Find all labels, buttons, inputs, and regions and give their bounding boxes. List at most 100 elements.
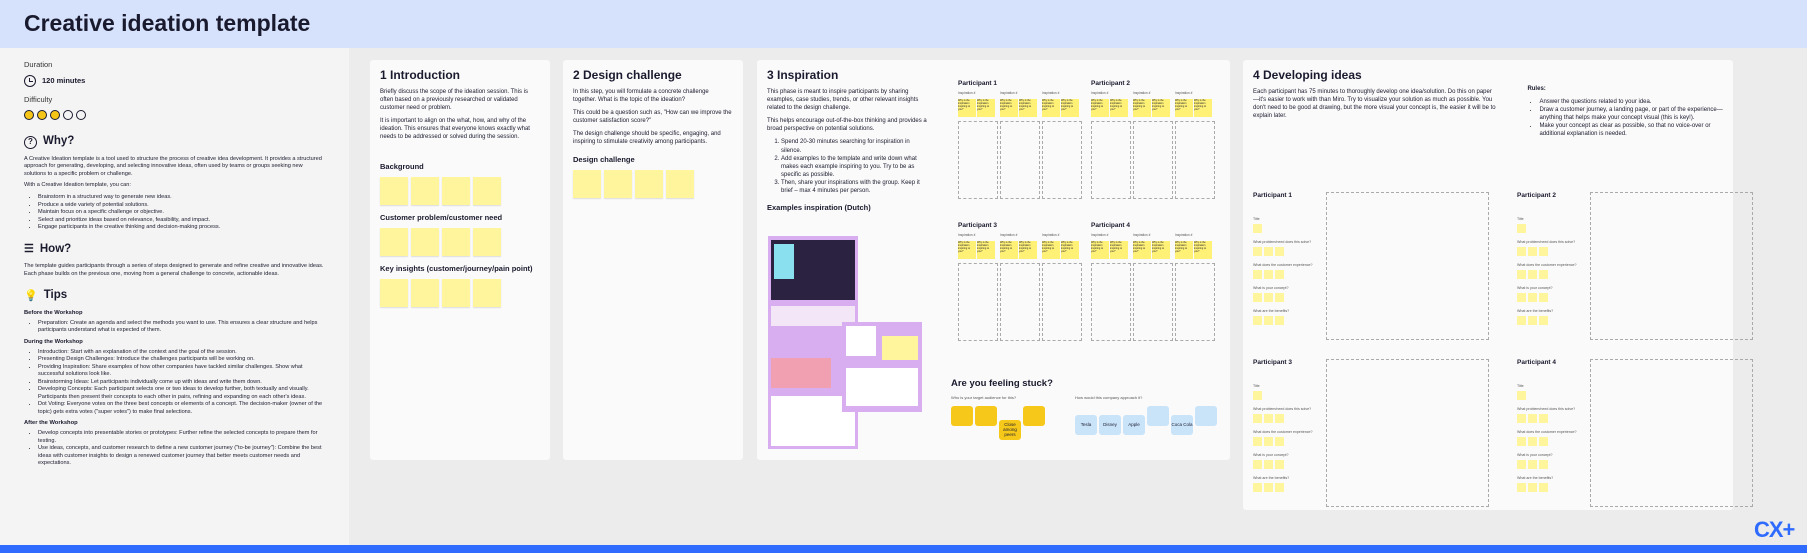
- sticky-note[interactable]: [1275, 460, 1284, 469]
- sticky-note[interactable]: [442, 176, 470, 205]
- sticky-note[interactable]: [1517, 460, 1526, 469]
- inspiration-drop-area[interactable]: [958, 121, 998, 199]
- sticky-note[interactable]: [1253, 460, 1262, 469]
- suggestion-chip[interactable]: [975, 406, 997, 426]
- inspiration-drop-area[interactable]: [1042, 121, 1082, 199]
- sticky-note[interactable]: Why is the inspiration inspiring to you?: [1110, 99, 1128, 117]
- sticky-note[interactable]: Why is the inspiration inspiring to you?: [958, 99, 976, 117]
- sticky-note[interactable]: [882, 336, 918, 360]
- sticky-note[interactable]: [1275, 437, 1284, 446]
- suggestion-chip[interactable]: [1147, 406, 1169, 426]
- sticky-note[interactable]: [1517, 437, 1526, 446]
- sticky-note[interactable]: [1517, 224, 1526, 233]
- sticky-note[interactable]: Why is the inspiration inspiring to you?: [1133, 241, 1151, 259]
- sticky-note[interactable]: [1517, 316, 1526, 325]
- sticky-note[interactable]: [1539, 483, 1548, 492]
- sticky-note[interactable]: [1539, 247, 1548, 256]
- sticky-note[interactable]: Why is the inspiration inspiring to you?: [1042, 241, 1060, 259]
- sticky-note[interactable]: Why is the inspiration inspiring to you?: [1042, 99, 1060, 117]
- sticky-note[interactable]: [1539, 437, 1548, 446]
- sticky-note[interactable]: [666, 169, 694, 198]
- sticky-note[interactable]: [442, 278, 470, 307]
- sticky-note[interactable]: [411, 278, 439, 307]
- sticky-note[interactable]: [473, 176, 501, 205]
- sticky-note[interactable]: [473, 278, 501, 307]
- sticky-note[interactable]: [1264, 270, 1273, 279]
- sticky-note[interactable]: [1517, 391, 1526, 400]
- sticky-note[interactable]: [411, 227, 439, 256]
- sticky-note[interactable]: [573, 169, 601, 198]
- sticky-note[interactable]: [1275, 483, 1284, 492]
- sticky-note[interactable]: [1539, 270, 1548, 279]
- suggestion-chip[interactable]: [1023, 406, 1045, 426]
- inspiration-drop-area[interactable]: [1175, 121, 1215, 199]
- sticky-note[interactable]: [1264, 316, 1273, 325]
- sticky-note[interactable]: [1528, 483, 1537, 492]
- sticky-note[interactable]: [1264, 437, 1273, 446]
- suggestion-chip[interactable]: [1195, 406, 1217, 426]
- sticky-note[interactable]: [473, 227, 501, 256]
- sticky-note[interactable]: [1528, 270, 1537, 279]
- sticky-note[interactable]: Why is the inspiration inspiring to you?: [1152, 99, 1170, 117]
- sticky-note[interactable]: Why is the inspiration inspiring to you?: [1194, 99, 1212, 117]
- sticky-note[interactable]: Why is the inspiration inspiring to you?: [1091, 99, 1109, 117]
- drawing-area[interactable]: [1590, 359, 1753, 507]
- sticky-note[interactable]: [1539, 316, 1548, 325]
- inspiration-drop-area[interactable]: [958, 263, 998, 341]
- inspiration-drop-area[interactable]: [1091, 121, 1131, 199]
- sticky-note[interactable]: [1528, 414, 1537, 423]
- inspiration-drop-area[interactable]: [1000, 263, 1040, 341]
- drawing-area[interactable]: [1326, 359, 1489, 507]
- sticky-note[interactable]: Why is the inspiration inspiring to you?: [1152, 241, 1170, 259]
- design-challenge-frame[interactable]: 2 Design challenge In this step, you wil…: [563, 60, 743, 460]
- sticky-note[interactable]: [1528, 293, 1537, 302]
- sticky-note[interactable]: [1275, 247, 1284, 256]
- sticky-note[interactable]: [1275, 270, 1284, 279]
- sticky-note[interactable]: Why is the inspiration inspiring to you?: [1019, 99, 1037, 117]
- sticky-note[interactable]: Why is the inspiration inspiring to you?: [977, 99, 995, 117]
- inspiration-drop-area[interactable]: [1133, 263, 1173, 341]
- sticky-note[interactable]: [1517, 483, 1526, 492]
- inspiration-drop-area[interactable]: [1000, 121, 1040, 199]
- inspiration-drop-area[interactable]: [1175, 263, 1215, 341]
- sticky-note[interactable]: Why is the inspiration inspiring to you?: [1110, 241, 1128, 259]
- sticky-note[interactable]: [442, 227, 470, 256]
- sticky-note[interactable]: Why is the inspiration inspiring to you?: [1175, 241, 1193, 259]
- sticky-note[interactable]: [1517, 247, 1526, 256]
- sticky-note[interactable]: Why is the inspiration inspiring to you?: [1175, 99, 1193, 117]
- sticky-note[interactable]: [1275, 414, 1284, 423]
- sticky-note[interactable]: Why is the inspiration inspiring to you?: [1194, 241, 1212, 259]
- suggestion-chip[interactable]: Coca Cola: [1171, 414, 1193, 435]
- sticky-note[interactable]: [604, 169, 632, 198]
- sticky-note[interactable]: [1539, 293, 1548, 302]
- sticky-note[interactable]: Why is the inspiration inspiring to you?: [1091, 241, 1109, 259]
- sticky-note[interactable]: [1528, 247, 1537, 256]
- sticky-note[interactable]: [1253, 414, 1262, 423]
- sticky-note[interactable]: [1253, 391, 1262, 400]
- sticky-note[interactable]: [380, 227, 408, 256]
- suggestion-chip[interactable]: Disney: [1099, 414, 1121, 435]
- drawing-area[interactable]: [1326, 192, 1489, 340]
- inspiration-collage-right[interactable]: [842, 322, 922, 412]
- sticky-note[interactable]: [1264, 460, 1273, 469]
- suggestion-chip[interactable]: Close among peers: [999, 419, 1021, 440]
- sticky-note[interactable]: [1253, 437, 1262, 446]
- sticky-note[interactable]: [1264, 483, 1273, 492]
- tado-logo-card[interactable]: [846, 326, 876, 356]
- sticky-note[interactable]: [1264, 247, 1273, 256]
- sticky-note[interactable]: Why is the inspiration inspiring to you?: [1061, 99, 1079, 117]
- suggestion-chip[interactable]: [951, 406, 973, 426]
- suggestion-chip[interactable]: Tesla: [1075, 414, 1097, 435]
- sticky-note[interactable]: [380, 176, 408, 205]
- sticky-note[interactable]: [1253, 224, 1262, 233]
- sticky-note[interactable]: [1264, 414, 1273, 423]
- sticky-note[interactable]: [1517, 270, 1526, 279]
- sticky-note[interactable]: Why is the inspiration inspiring to you?: [1019, 241, 1037, 259]
- sticky-note[interactable]: [1528, 316, 1537, 325]
- example-screenshot[interactable]: [771, 358, 831, 388]
- sticky-note[interactable]: [1539, 414, 1548, 423]
- introduction-frame[interactable]: 1 Introduction Briefly discuss the scope…: [370, 60, 550, 460]
- drawing-area[interactable]: [1590, 192, 1753, 340]
- sticky-note[interactable]: [635, 169, 663, 198]
- sticky-note[interactable]: [1253, 270, 1262, 279]
